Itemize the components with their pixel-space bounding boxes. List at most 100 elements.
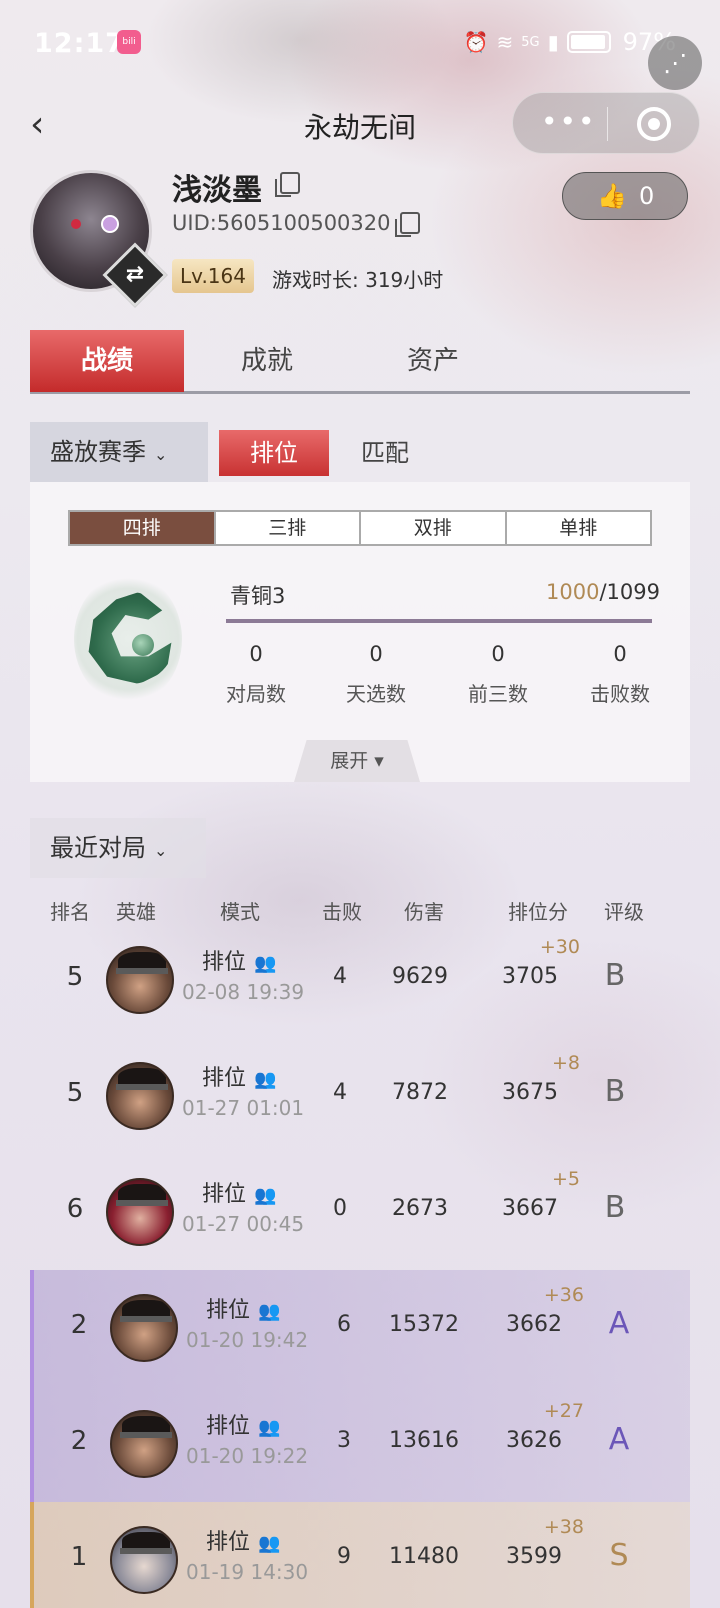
- tab-record[interactable]: 战绩: [30, 330, 184, 392]
- match-mode-label: 排位: [206, 1530, 251, 1555]
- tab-duo[interactable]: 双排: [361, 512, 507, 544]
- match-row[interactable]: 5 排位 👥 02-08 19:39 4 9629 +30 3705 B: [30, 922, 690, 1038]
- tab-trio[interactable]: 三排: [215, 512, 361, 544]
- emblem-gem: [132, 634, 154, 656]
- match-mode: 排位 👥: [206, 1408, 280, 1440]
- team-icon: 👥: [258, 1416, 281, 1438]
- match-row[interactable]: 6 排位 👥 01-27 00:45 0 2673 +5 3667 B: [30, 1154, 690, 1270]
- team-icon: 👥: [254, 952, 277, 974]
- match-mode-label: 排位: [202, 1066, 247, 1091]
- stat-label: 对局数: [226, 682, 286, 706]
- match-row[interactable]: 1 排位 👥 01-19 14:30 9 11480 +38 3599 S: [30, 1502, 690, 1608]
- swap-icon: ⇄: [125, 262, 145, 287]
- avatar-art-eye: [71, 219, 81, 229]
- tab-solo[interactable]: 单排: [506, 512, 650, 544]
- close-target-icon[interactable]: [637, 107, 671, 141]
- match-time: 01-20 19:42: [186, 1328, 309, 1352]
- bilibili-app-icon: bili: [117, 30, 141, 54]
- stat-value: 0: [613, 642, 627, 666]
- like-count: 0: [639, 182, 655, 210]
- rank-card: 四排 三排 双排 单排 青铜3 1000/1099 0 对局数 0 天选数 0 …: [30, 482, 690, 782]
- stat-label: 击败数: [590, 682, 650, 706]
- recent-matches-dropdown[interactable]: 最近对局 ⌄: [30, 818, 206, 878]
- match-damage: 11480: [389, 1544, 459, 1569]
- match-mode-label: 排位: [206, 1298, 251, 1323]
- wifi-icon: ≋: [496, 30, 514, 54]
- match-rank: 6: [66, 1194, 84, 1224]
- thumb-up-icon: 👍: [597, 182, 627, 210]
- rank-points-current: 1000: [546, 580, 600, 604]
- col-header-damage: 伤害: [404, 900, 444, 924]
- match-kills: 4: [333, 1080, 347, 1105]
- match-damage: 9629: [392, 964, 448, 989]
- col-header-grade: 评级: [604, 900, 644, 924]
- match-grade: B: [604, 1074, 626, 1109]
- match-kills: 3: [337, 1428, 351, 1453]
- match-grade: B: [604, 958, 626, 993]
- match-time: 01-20 19:22: [186, 1444, 309, 1468]
- rank-score: 3599: [506, 1544, 562, 1569]
- match-mode-label: 排位: [202, 1182, 247, 1207]
- team-icon: 👥: [258, 1300, 281, 1322]
- match-row[interactable]: 2 排位 👥 01-20 19:42 6 15372 +36 3662 A: [30, 1270, 690, 1386]
- tab-quad[interactable]: 四排: [70, 512, 216, 544]
- mini-program-capsule: •••: [512, 92, 700, 154]
- match-mode-label: 排位: [206, 1414, 251, 1439]
- mode-casual-button[interactable]: 匹配: [330, 430, 440, 476]
- status-time: 12:17: [34, 28, 125, 59]
- match-rank: 2: [70, 1426, 88, 1456]
- rank-score: 3626: [506, 1428, 562, 1453]
- match-row[interactable]: 5 排位 👥 01-27 01:01 4 7872 +8 3675 B: [30, 1038, 690, 1154]
- player-uid: UID:5605100500320: [172, 211, 391, 235]
- system-icons: ⏰ ≋ 5G ▮ 97%: [464, 28, 676, 56]
- main-tabs: 战绩 成就 资产: [30, 330, 690, 394]
- col-header-kills: 击败: [322, 900, 362, 924]
- network-label: 5G: [521, 34, 540, 50]
- rank-points-total: /1099: [599, 580, 660, 604]
- rank-emblem-icon: [74, 574, 182, 704]
- battery-icon: [566, 31, 611, 53]
- team-icon: 👥: [254, 1068, 277, 1090]
- team-icon: 👥: [258, 1532, 281, 1554]
- copy-icon[interactable]: [275, 172, 300, 197]
- match-damage: 2673: [392, 1196, 448, 1221]
- rank-score: 3662: [506, 1312, 562, 1337]
- hero-avatar: [110, 1294, 178, 1362]
- mode-ranked-button[interactable]: 排位: [219, 430, 329, 476]
- tab-assets[interactable]: 资产: [356, 330, 510, 392]
- match-mode: 排位 👥: [206, 1292, 280, 1324]
- share-icon[interactable]: ⋰: [648, 36, 702, 90]
- season-dropdown[interactable]: 盛放赛季 ⌄: [30, 422, 208, 482]
- match-rank: 2: [70, 1310, 88, 1340]
- hero-avatar: [106, 1062, 174, 1130]
- stat-label: 前三数: [468, 682, 528, 706]
- status-bar: 12:17 bili ⏰ ≋ 5G ▮ 97%: [0, 0, 720, 90]
- score-delta: +27: [543, 1400, 584, 1422]
- copy-icon[interactable]: [395, 212, 420, 237]
- hero-avatar: [106, 1178, 174, 1246]
- hero-avatar: [110, 1410, 178, 1478]
- stat-value: 0: [249, 642, 263, 666]
- expand-button[interactable]: 展开 ▾: [294, 740, 420, 782]
- match-grade: A: [608, 1422, 630, 1457]
- like-button[interactable]: 👍 0: [562, 172, 688, 220]
- match-mode: 排位 👥: [206, 1524, 280, 1556]
- match-mode: 排位 👥: [202, 1176, 276, 1208]
- more-dots-icon[interactable]: •••: [541, 105, 597, 138]
- col-header-hero: 英雄: [116, 900, 156, 924]
- hero-avatar: [106, 946, 174, 1014]
- match-time: 01-19 14:30: [186, 1560, 309, 1584]
- match-row[interactable]: 2 排位 👥 01-20 19:22 3 13616 +27 3626 A: [30, 1386, 690, 1502]
- hero-avatar: [110, 1526, 178, 1594]
- score-delta: +8: [551, 1052, 580, 1074]
- alarm-icon: ⏰: [463, 30, 489, 54]
- match-rank: 5: [66, 962, 84, 992]
- stat-kills: 0 击败数: [570, 642, 670, 707]
- level-badge: Lv.164: [172, 259, 254, 293]
- rank-score: 3675: [502, 1080, 558, 1105]
- signal-icon: ▮: [547, 30, 559, 54]
- tab-achievement[interactable]: 成就: [190, 330, 344, 392]
- avatar-art-eye: [101, 215, 119, 233]
- match-damage: 7872: [392, 1080, 448, 1105]
- match-time: 01-27 01:01: [182, 1096, 305, 1120]
